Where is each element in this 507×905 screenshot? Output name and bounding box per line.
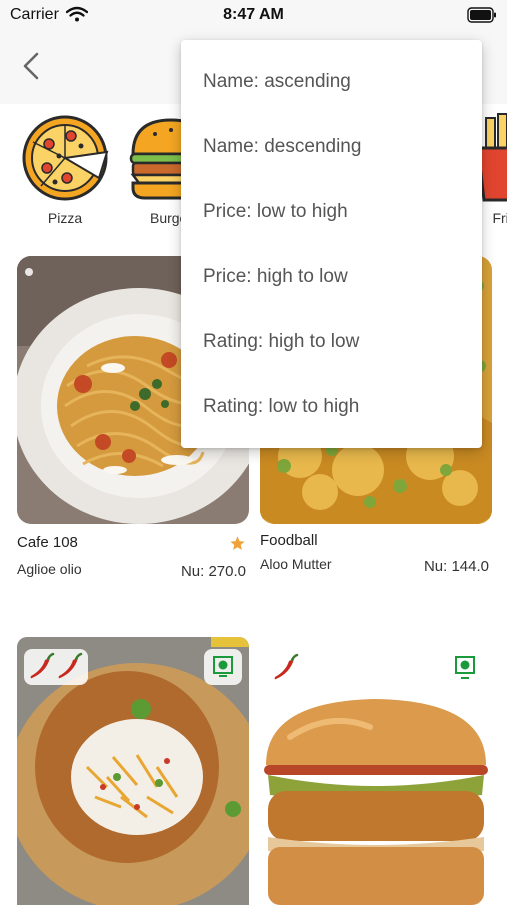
sort-option-price-high-low[interactable]: Price: high to low [181, 244, 482, 309]
veg-badge [204, 649, 242, 685]
pizza-icon [22, 115, 109, 201]
status-bar: Carrier 8:47 AM [0, 0, 507, 32]
sort-option-name-ascending[interactable]: Name: ascending [181, 49, 482, 114]
sort-option-price-low-high[interactable]: Price: low to high [181, 179, 482, 244]
chili-icon [274, 653, 299, 680]
star-icon [230, 536, 245, 550]
sort-option-rating-low-high[interactable]: Rating: low to high [181, 374, 482, 439]
restaurant-name: Foodball [260, 532, 318, 549]
veg-icon [455, 656, 475, 679]
dish-price: Nu: 144.0 [423, 558, 489, 575]
category-label: Pizza [47, 210, 83, 226]
sort-option-name-descending[interactable]: Name: descending [181, 114, 482, 179]
chili-icon [30, 652, 55, 679]
sort-menu: Name: ascending Name: descending Price: … [181, 40, 482, 448]
restaurant-name: Cafe 108 [17, 534, 78, 551]
veg-icon [213, 656, 233, 677]
dish-price: Nu: 270.0 [180, 563, 246, 580]
sort-option-rating-high-low[interactable]: Rating: high to low [181, 309, 482, 374]
dish-name: Aglioe olio [17, 561, 82, 577]
dish-name: Aloo Mutter [260, 556, 332, 572]
food-card-burger[interactable] [260, 637, 492, 905]
status-time: 8:47 AM [223, 6, 284, 23]
back-icon[interactable] [14, 48, 50, 84]
chili-icon [58, 652, 83, 679]
battery-icon [467, 7, 496, 23]
category-pizza[interactable]: Pizza [19, 112, 111, 226]
food-card-chaat[interactable] [17, 637, 249, 905]
spice-badge [24, 649, 88, 685]
